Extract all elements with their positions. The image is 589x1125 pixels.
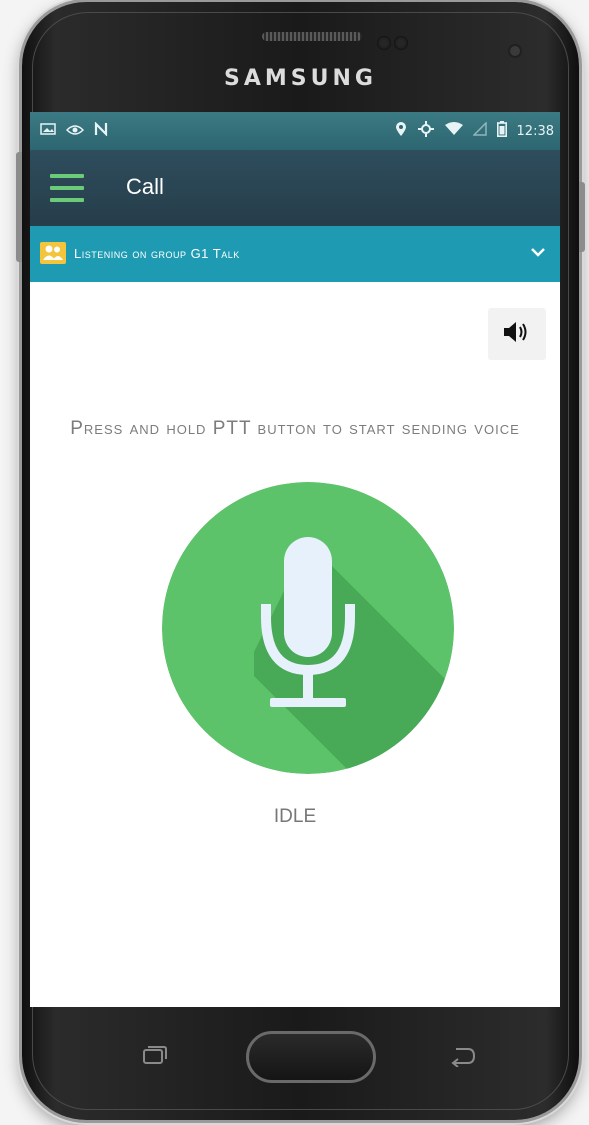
hamburger-menu-icon[interactable] bbox=[50, 174, 84, 202]
eye-icon bbox=[65, 123, 85, 141]
app-bar: Call bbox=[30, 150, 560, 226]
home-button[interactable] bbox=[246, 1031, 376, 1083]
signal-icon bbox=[471, 121, 487, 141]
hardware-nav-bar bbox=[30, 1007, 560, 1107]
clock-time: 12:38 bbox=[516, 123, 554, 139]
ptt-instruction: Press and hold PTT button to start sendi… bbox=[70, 418, 520, 439]
earpiece-speaker bbox=[262, 32, 362, 41]
ptt-status: IDLE bbox=[273, 806, 317, 827]
page-title: Call bbox=[126, 174, 164, 199]
chevron-down-icon[interactable] bbox=[528, 242, 548, 262]
group-selector[interactable]: Listening on group G1 Talk bbox=[30, 226, 560, 282]
sync-icon bbox=[417, 121, 435, 142]
speaker-volume-icon bbox=[502, 320, 532, 348]
group-icon bbox=[40, 242, 66, 264]
group-status-label: Listening on group G1 Talk bbox=[74, 246, 240, 261]
phone-screen: 12:38 Call Listening on group G1 Talk Pr… bbox=[30, 112, 560, 1007]
status-bar: 12:38 bbox=[30, 112, 560, 150]
nfc-icon bbox=[94, 121, 108, 141]
battery-icon bbox=[496, 121, 507, 142]
ptt-button[interactable] bbox=[162, 482, 454, 774]
recent-apps-icon[interactable] bbox=[142, 1045, 168, 1065]
light-sensor bbox=[394, 36, 408, 50]
power-key[interactable] bbox=[579, 182, 585, 252]
wifi-icon bbox=[444, 122, 463, 141]
location-icon bbox=[395, 121, 407, 142]
back-icon[interactable] bbox=[448, 1045, 476, 1068]
front-camera bbox=[510, 46, 520, 56]
speaker-toggle-button[interactable] bbox=[488, 308, 546, 360]
volume-key[interactable] bbox=[16, 152, 22, 262]
image-notification-icon bbox=[40, 122, 56, 141]
proximity-sensor bbox=[377, 36, 391, 50]
brand-logo: SAMSUNG bbox=[224, 66, 377, 91]
